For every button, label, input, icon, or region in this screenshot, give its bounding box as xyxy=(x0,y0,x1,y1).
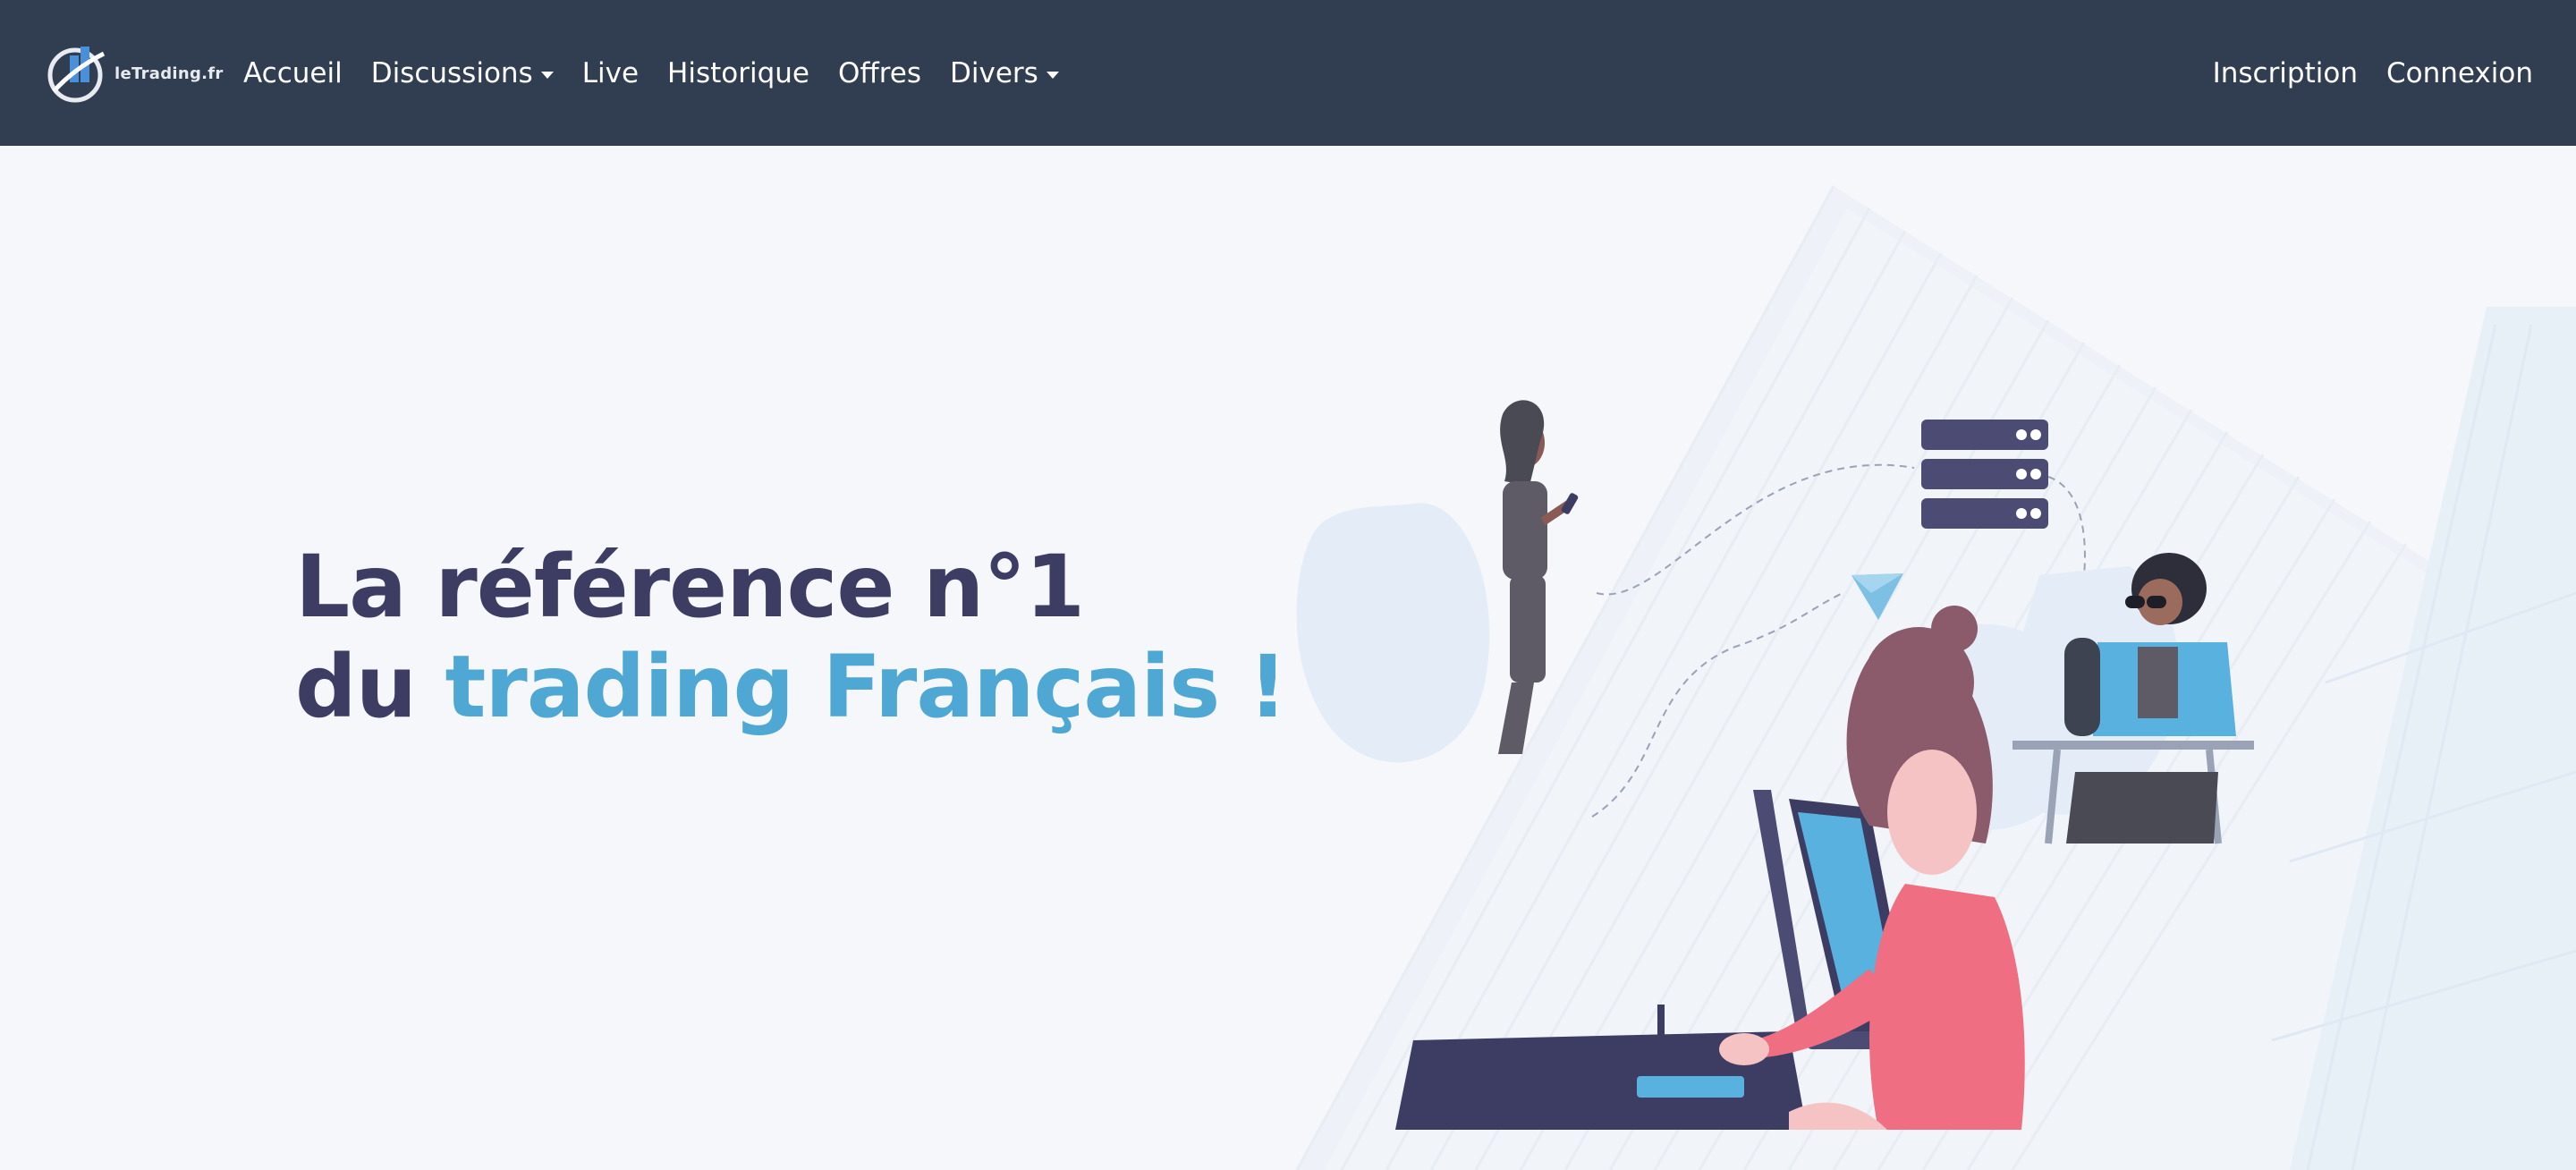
paper-plane-icon xyxy=(1852,573,1903,620)
nav-connexion-label: Connexion xyxy=(2385,56,2533,89)
hero-line-2: du trading Français ! xyxy=(295,637,1287,737)
nav-offres-label: Offres xyxy=(837,56,922,89)
hero-line-1: La référence n°1 xyxy=(295,537,1085,637)
woman-phone-figure xyxy=(1296,400,1579,763)
brand-logo[interactable]: leTrading.fr xyxy=(45,41,224,106)
logo-icon xyxy=(47,47,106,103)
woman-computer-figure xyxy=(1395,606,2025,1130)
nav-offres[interactable]: Offres xyxy=(838,57,921,89)
server-icon xyxy=(1921,420,2048,529)
nav-inscription[interactable]: Inscription xyxy=(2213,57,2358,89)
hero-headline: La référence n°1 du trading Français ! xyxy=(295,537,1287,737)
caret-down-icon xyxy=(540,71,554,79)
nav-accueil-label: Accueil xyxy=(243,56,343,89)
top-navbar: leTrading.fr Accueil Discussions Live Hi… xyxy=(0,0,2576,146)
nav-live-label: Live xyxy=(581,56,640,89)
hero-line-2-accent: trading Français ! xyxy=(445,637,1287,737)
auth-nav: Inscription Connexion xyxy=(2184,0,2533,146)
nav-divers-label: Divers xyxy=(950,56,1038,89)
brand-name: leTrading.fr xyxy=(114,64,224,83)
nav-historique[interactable]: Historique xyxy=(667,57,809,89)
nav-accueil[interactable]: Accueil xyxy=(243,57,343,89)
main-nav: Accueil Discussions Live Historique Offr… xyxy=(243,0,1088,146)
nav-live[interactable]: Live xyxy=(582,57,639,89)
nav-connexion[interactable]: Connexion xyxy=(2386,57,2533,89)
nav-divers-dropdown[interactable]: Divers xyxy=(950,57,1059,89)
nav-historique-label: Historique xyxy=(667,56,809,89)
nav-inscription-label: Inscription xyxy=(2212,56,2358,89)
hero-illustration xyxy=(1296,400,2254,1130)
nav-discussions-dropdown[interactable]: Discussions xyxy=(371,57,554,89)
nav-discussions-label: Discussions xyxy=(370,56,533,89)
hero-line-2-prefix: du xyxy=(295,637,445,737)
caret-down-icon xyxy=(1046,71,1059,79)
